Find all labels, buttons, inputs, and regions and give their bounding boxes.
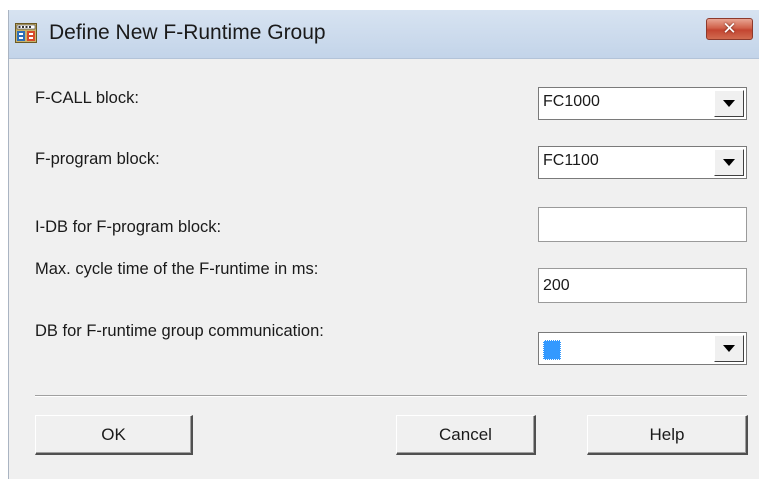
db-communication-dropdown-button[interactable] [714,335,744,362]
close-icon: ✕ [722,18,737,39]
help-button[interactable]: Help [587,415,748,455]
db-communication-label: DB for F-runtime group communication: [35,322,324,340]
fcall-block-dropdown[interactable]: FC1000 [538,87,747,120]
cancel-button[interactable]: Cancel [396,415,536,455]
db-communication-dropdown[interactable] [538,332,747,365]
fcall-block-dropdown-button[interactable] [714,90,744,117]
chevron-down-icon [723,100,735,107]
define-f-runtime-group-dialog: Define New F-Runtime Group ✕ F-CALL bloc… [8,10,759,479]
ok-button[interactable]: OK [35,415,193,455]
idb-input[interactable] [538,207,747,242]
fcall-block-value: FC1000 [543,93,600,110]
button-divider [35,395,747,397]
max-cycle-time-value: 200 [543,277,570,294]
fprogram-block-label: F-program block: [35,150,160,168]
max-cycle-time-label: Max. cycle time of the F-runtime in ms: [35,260,319,278]
close-button[interactable]: ✕ [706,18,753,40]
fprogram-block-dropdown-button[interactable] [714,149,744,176]
title-bar[interactable]: Define New F-Runtime Group ✕ [9,10,759,59]
max-cycle-time-input[interactable]: 200 [538,268,747,303]
idb-label: I-DB for F-program block: [35,218,222,236]
dialog-title: Define New F-Runtime Group [49,21,326,44]
fprogram-block-value: FC1100 [543,152,599,169]
db-communication-selection [543,340,561,360]
f-runtime-app-icon [15,23,37,43]
fcall-block-label: F-CALL block: [35,89,139,107]
fprogram-block-dropdown[interactable]: FC1100 [538,146,747,179]
chevron-down-icon [723,345,735,352]
chevron-down-icon [723,159,735,166]
